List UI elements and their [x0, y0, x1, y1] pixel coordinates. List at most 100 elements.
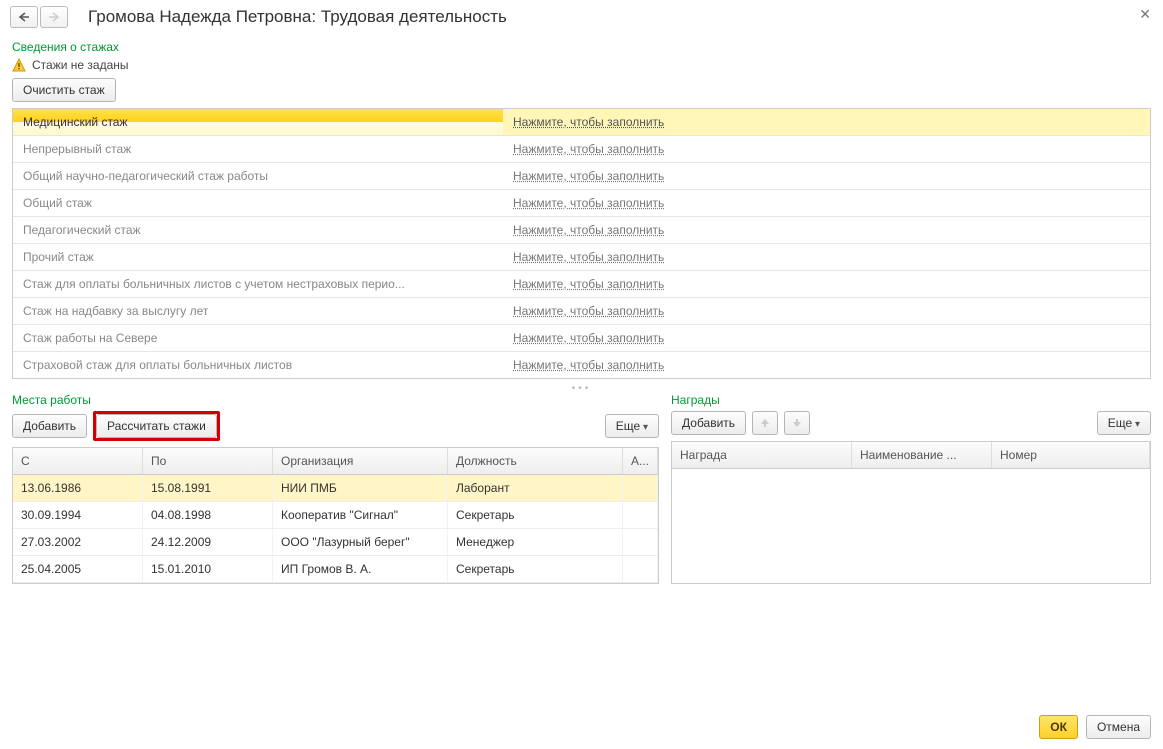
awards-col-award[interactable]: Награда	[672, 442, 852, 468]
table-cell: Менеджер	[448, 529, 623, 555]
jobs-grid-header: С По Организация Должность А...	[13, 448, 658, 475]
stazh-row-label: Стаж для оплаты больничных листов с учет…	[13, 271, 503, 297]
awards-col-num[interactable]: Номер	[992, 442, 1150, 468]
stazh-row[interactable]: Стаж для оплаты больничных листов с учет…	[13, 271, 1150, 298]
stazh-row-label: Страховой стаж для оплаты больничных лис…	[13, 352, 503, 378]
arrow-up-icon	[760, 418, 770, 428]
stazh-row-action: Нажмите, чтобы заполнить	[503, 163, 1150, 189]
stazh-row-label: Непрерывный стаж	[13, 136, 503, 162]
jobs-col-org[interactable]: Организация	[273, 448, 448, 474]
table-cell: ООО "Лазурный берег"	[273, 529, 448, 555]
table-cell: 15.01.2010	[143, 556, 273, 582]
stazh-row[interactable]: Общий научно-педагогический стаж работы Н…	[13, 163, 1150, 190]
awards-panel: Награды Добавить Еще Награда Наименовани…	[671, 391, 1151, 584]
jobs-section-label: Места работы	[12, 391, 659, 411]
stazh-row-label: Педагогический стаж	[13, 217, 503, 243]
stazh-toolbar: Очистить стаж	[0, 78, 1163, 108]
stazh-row[interactable]: Общий стаж Нажмите, чтобы заполнить	[13, 190, 1150, 217]
table-row[interactable]: 30.09.199404.08.1998Кооператив "Сигнал"С…	[13, 502, 658, 529]
footer: ОК Отмена	[1039, 715, 1151, 739]
arrow-down-icon	[792, 418, 802, 428]
stazh-row[interactable]: Стаж на надбавку за выслугу лет Нажмите, …	[13, 298, 1150, 325]
stazh-row-action: Нажмите, чтобы заполнить	[503, 298, 1150, 324]
jobs-col-to[interactable]: По	[143, 448, 273, 474]
stazh-row-label: Прочий стаж	[13, 244, 503, 270]
stazh-row-action: Нажмите, чтобы заполнить	[503, 109, 1150, 135]
table-row[interactable]: 25.04.200515.01.2010ИП Громов В. А.Секре…	[13, 556, 658, 583]
table-cell	[623, 502, 658, 528]
table-cell: НИИ ПМБ	[273, 475, 448, 501]
table-cell: Лаборант	[448, 475, 623, 501]
stazh-row-action: Нажмите, чтобы заполнить	[503, 271, 1150, 297]
nav-back-button[interactable]	[10, 6, 38, 28]
fill-link[interactable]: Нажмите, чтобы заполнить	[513, 223, 664, 237]
jobs-col-from[interactable]: С	[13, 448, 143, 474]
awards-section-label: Награды	[671, 391, 1151, 411]
stazh-warning-text: Стажи не заданы	[32, 58, 129, 72]
move-up-button[interactable]	[752, 411, 778, 435]
stazh-row[interactable]: Непрерывный стаж Нажмите, чтобы заполнить	[13, 136, 1150, 163]
table-cell	[623, 475, 658, 501]
awards-col-name[interactable]: Наименование ...	[852, 442, 992, 468]
stazh-table: Медицинский стаж Нажмите, чтобы заполнить…	[12, 108, 1151, 379]
stazh-row-action: Нажмите, чтобы заполнить	[503, 244, 1150, 270]
fill-link[interactable]: Нажмите, чтобы заполнить	[513, 196, 664, 210]
stazh-row-action: Нажмите, чтобы заполнить	[503, 217, 1150, 243]
stazh-row-label: Общий научно-педагогический стаж работы	[13, 163, 503, 189]
fill-link[interactable]: Нажмите, чтобы заполнить	[513, 277, 664, 291]
nav-buttons	[10, 6, 68, 28]
fill-link[interactable]: Нажмите, чтобы заполнить	[513, 250, 664, 264]
stazh-row[interactable]: Прочий стаж Нажмите, чтобы заполнить	[13, 244, 1150, 271]
page-title: Громова Надежда Петровна: Трудовая деяте…	[88, 7, 507, 27]
stazh-row[interactable]: Педагогический стаж Нажмите, чтобы заполн…	[13, 217, 1150, 244]
fill-link[interactable]: Нажмите, чтобы заполнить	[513, 169, 664, 183]
stazh-row[interactable]: Стаж работы на СевереНажмите, чтобы запо…	[13, 325, 1150, 352]
table-cell	[623, 529, 658, 555]
warning-icon	[12, 58, 26, 72]
calculate-stazh-button[interactable]: Рассчитать стажи	[96, 414, 217, 438]
stazh-row[interactable]: Страховой стаж для оплаты больничных лис…	[13, 352, 1150, 378]
awards-grid: Награда Наименование ... Номер	[671, 441, 1151, 584]
stazh-row-label: Медицинский стаж	[13, 109, 503, 135]
ok-button[interactable]: ОК	[1039, 715, 1078, 739]
fill-link[interactable]: Нажмите, чтобы заполнить	[513, 142, 664, 156]
add-job-button[interactable]: Добавить	[12, 414, 87, 438]
add-award-button[interactable]: Добавить	[671, 411, 746, 435]
table-cell: 04.08.1998	[143, 502, 273, 528]
table-row[interactable]: 27.03.200224.12.2009ООО "Лазурный берег"…	[13, 529, 658, 556]
table-cell: 25.04.2005	[13, 556, 143, 582]
stazh-row[interactable]: Медицинский стаж Нажмите, чтобы заполнить	[13, 109, 1150, 136]
lower-panels: Места работы Добавить Рассчитать стажи Е…	[0, 391, 1163, 584]
jobs-toolbar: Добавить Рассчитать стажи Еще	[12, 411, 659, 441]
cancel-button[interactable]: Отмена	[1086, 715, 1151, 739]
jobs-col-a[interactable]: А...	[623, 448, 658, 474]
table-cell: 27.03.2002	[13, 529, 143, 555]
stazh-row-action: Нажмите, чтобы заполнить	[503, 325, 1150, 351]
fill-link[interactable]: Нажмите, чтобы заполнить	[513, 358, 664, 372]
table-cell	[623, 556, 658, 582]
table-cell: 15.08.1991	[143, 475, 273, 501]
stazh-row-label: Стаж на надбавку за выслугу лет	[13, 298, 503, 324]
awards-toolbar: Добавить Еще	[671, 411, 1151, 435]
move-down-button[interactable]	[784, 411, 810, 435]
table-cell: Кооператив "Сигнал"	[273, 502, 448, 528]
fill-link[interactable]: Нажмите, чтобы заполнить	[513, 331, 664, 345]
stazh-row-action: Нажмите, чтобы заполнить	[503, 190, 1150, 216]
table-cell: 13.06.1986	[13, 475, 143, 501]
stazh-row-action: Нажмите, чтобы заполнить	[503, 136, 1150, 162]
jobs-more-button[interactable]: Еще	[605, 414, 659, 438]
clear-stazh-button[interactable]: Очистить стаж	[12, 78, 116, 102]
nav-forward-button[interactable]	[40, 6, 68, 28]
jobs-col-pos[interactable]: Должность	[448, 448, 623, 474]
jobs-grid: С По Организация Должность А... 13.06.19…	[12, 447, 659, 584]
fill-link[interactable]: Нажмите, чтобы заполнить	[513, 304, 664, 318]
close-button[interactable]: ✕	[1139, 6, 1151, 23]
splitter[interactable]	[12, 385, 1151, 391]
stazh-section-label: Сведения о стажах	[0, 30, 1163, 56]
awards-more-button[interactable]: Еще	[1097, 411, 1151, 435]
stazh-row-label: Общий стаж	[13, 190, 503, 216]
table-row[interactable]: 13.06.198615.08.1991НИИ ПМБЛаборант	[13, 475, 658, 502]
fill-link[interactable]: Нажмите, чтобы заполнить	[513, 115, 664, 129]
table-cell: ИП Громов В. А.	[273, 556, 448, 582]
arrow-right-icon	[48, 12, 60, 22]
